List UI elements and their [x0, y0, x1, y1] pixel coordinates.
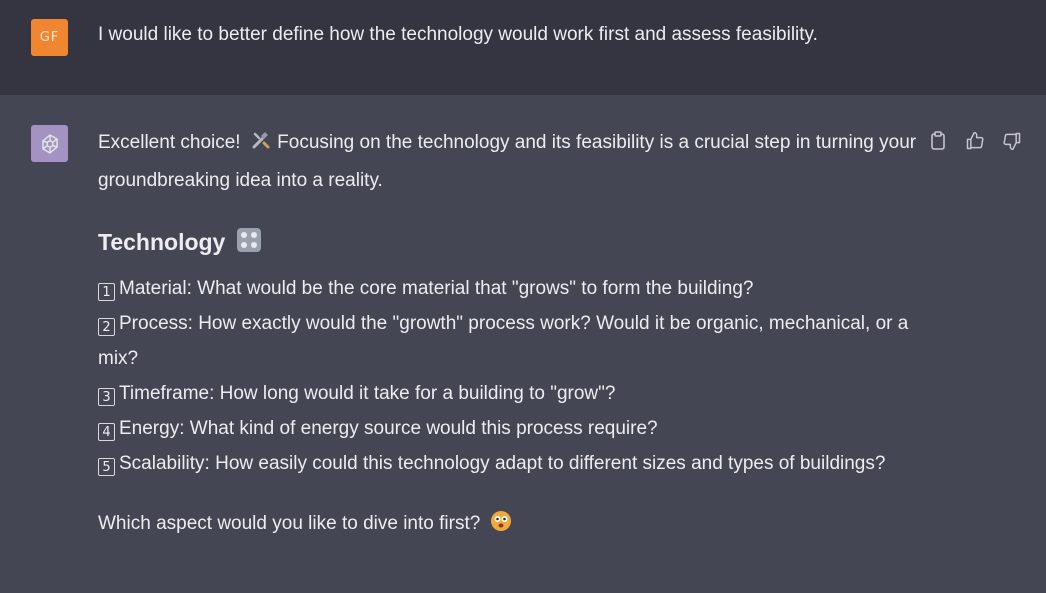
face-emoji-icon [490, 509, 512, 544]
list-item: 3 Timeframe: How long would it take for a… [98, 376, 918, 411]
openai-logo-icon [41, 133, 58, 154]
list-item-text: Timeframe: How long would it take for a … [119, 383, 616, 404]
heading-text: Technology [98, 229, 226, 255]
control-knobs-emoji-icon [236, 227, 262, 263]
number-badge: 2 [98, 318, 115, 336]
number-badge: 4 [98, 423, 115, 441]
closing-text: Which aspect would you like to dive into… [98, 513, 481, 534]
message-actions [928, 131, 1022, 151]
assistant-avatar [31, 125, 68, 162]
thumbs-down-icon [1003, 132, 1021, 151]
number-badge: 5 [98, 458, 115, 476]
user-message-row: GF I would like to better define how the… [0, 0, 1046, 95]
assistant-message-row: Excellent choice! Focusing on the techno… [0, 95, 1046, 593]
thumbs-up-icon [966, 131, 984, 150]
list-item-text: Material: What would be the core materia… [119, 278, 754, 299]
thumbs-up-button[interactable] [965, 131, 985, 151]
intro-paragraph: Excellent choice! Focusing on the techno… [98, 125, 918, 198]
intro-part1: Excellent choice! [98, 132, 241, 153]
user-message-text: I would like to better define how the te… [98, 24, 818, 45]
list-item: 2 Process: How exactly would the "growth"… [98, 306, 918, 376]
section-heading: Technology [98, 224, 918, 263]
copy-button[interactable] [928, 131, 948, 151]
user-avatar: GF [31, 19, 68, 56]
assistant-message: Excellent choice! Focusing on the techno… [98, 125, 918, 544]
thumbs-down-button[interactable] [1002, 131, 1022, 151]
list-item: 1 Material: What would be the core materi… [98, 271, 918, 306]
closing-paragraph: Which aspect would you like to dive into… [98, 506, 918, 544]
list-item-text: Energy: What kind of energy source would… [119, 418, 658, 439]
list-item-text: Process: How exactly would the "growth" … [98, 313, 909, 369]
copy-icon [931, 131, 945, 150]
number-badge: 3 [98, 388, 115, 406]
list-item: 5 Scalability: How easily could this tech… [98, 446, 918, 481]
list-item-text: Scalability: How easily could this techn… [119, 453, 886, 474]
number-badge: 1 [98, 283, 115, 301]
list-item: 4 Energy: What kind of energy source woul… [98, 411, 918, 446]
numbered-list: 1 Material: What would be the core materi… [98, 271, 918, 481]
tools-emoji-icon [250, 128, 272, 163]
